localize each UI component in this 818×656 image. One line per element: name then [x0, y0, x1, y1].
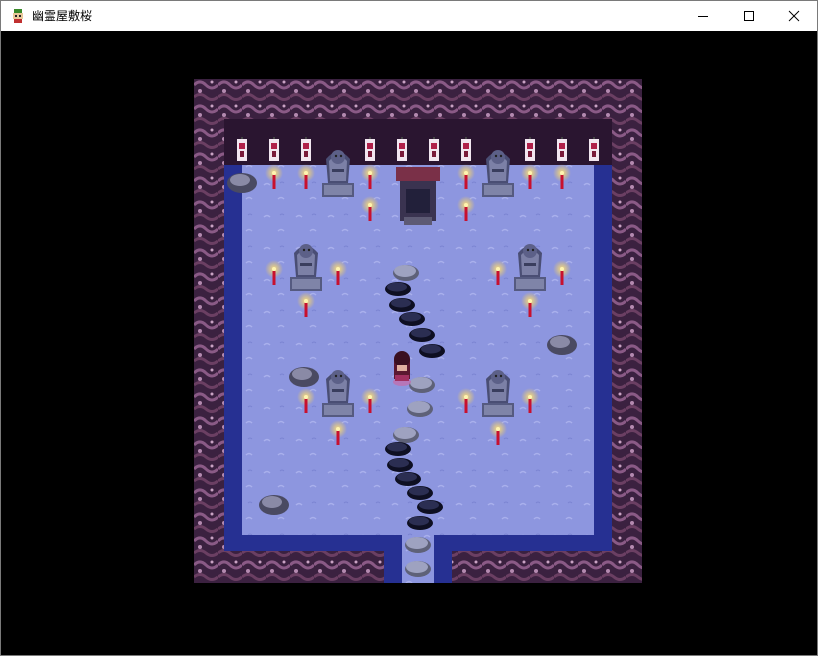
rock [547, 335, 577, 355]
rock [259, 495, 289, 515]
rock [289, 367, 319, 387]
game-viewport[interactable] [1, 31, 817, 655]
window-title: 幽霊屋敷桜 [32, 9, 93, 23]
player-character[interactable] [393, 351, 411, 386]
maximize-button[interactable] [726, 1, 772, 31]
game-map[interactable] [194, 79, 642, 583]
close-icon [788, 10, 800, 22]
shrine-altar[interactable] [396, 167, 440, 225]
back-wall [224, 119, 612, 165]
rock [227, 173, 257, 193]
maximize-icon [744, 11, 754, 21]
minimize-button[interactable] [680, 1, 726, 31]
game-app-icon [13, 9, 23, 23]
minimize-icon [698, 16, 708, 17]
title-bar[interactable]: 幽霊屋敷桜 [1, 1, 817, 31]
close-button[interactable] [771, 1, 817, 31]
game-window: 幽霊屋敷桜 [0, 0, 818, 656]
